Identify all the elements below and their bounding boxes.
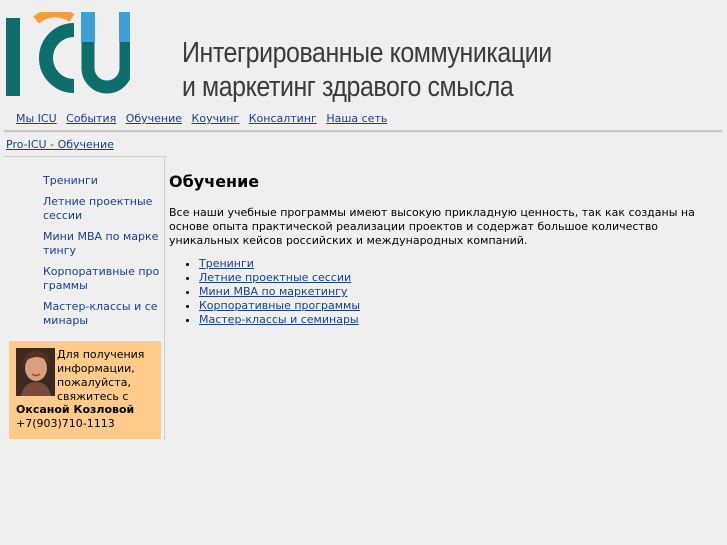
- breadcrumb[interactable]: Pro-ICU - Обучение: [6, 138, 114, 152]
- program-link-masterclasses[interactable]: Мастер-классы и семинары: [199, 313, 359, 326]
- contact-box: Для получения информации, пожалуйста, св…: [9, 341, 161, 439]
- contact-text: Для получения информации, пожалуйста, св…: [57, 348, 145, 403]
- contact-name: Оксаной Козловой: [16, 403, 135, 416]
- nav-divider: [4, 130, 722, 133]
- list-item: Мини MBA по маркетингу: [199, 285, 721, 299]
- program-link-corporate[interactable]: Корпоративные программы: [199, 299, 360, 312]
- nav-consulting[interactable]: Консалтинг: [249, 112, 317, 125]
- program-link-summer-sessions[interactable]: Летние проектные сессии: [199, 271, 351, 284]
- sidebar-item-corporate[interactable]: Корпоративные программы: [43, 265, 161, 293]
- list-item: Мастер-классы и семинары: [199, 313, 721, 327]
- nav-events[interactable]: События: [66, 112, 116, 125]
- icu-logo[interactable]: [6, 12, 130, 98]
- page-title: Обучение: [169, 172, 260, 191]
- intro-text: Все наши учебные программы имеют высокую…: [169, 206, 695, 247]
- contact-photo: [16, 348, 55, 396]
- sidebar: Тренинги Летние проектные сессии Мини MB…: [4, 157, 165, 440]
- list-item: Летние проектные сессии: [199, 271, 721, 285]
- nav-we-icu[interactable]: Мы ICU: [16, 112, 57, 125]
- sidebar-item-summer-sessions[interactable]: Летние проектные сессии: [43, 195, 161, 223]
- top-nav: Мы ICU События Обучение Коучинг Консалти…: [16, 112, 393, 126]
- tagline-line-1: Интегрированные коммуникации: [182, 37, 552, 69]
- list-item: Тренинги: [199, 257, 721, 271]
- sidebar-item-mini-mba[interactable]: Мини MBA по маркетингу: [43, 230, 161, 258]
- site-tagline: Интегрированные коммуникации и маркетинг…: [182, 36, 552, 104]
- nav-coaching[interactable]: Коучинг: [192, 112, 240, 125]
- nav-our-network[interactable]: Наша сеть: [326, 112, 387, 125]
- program-list: Тренинги Летние проектные сессии Мини MB…: [169, 257, 721, 327]
- program-link-mini-mba[interactable]: Мини MBA по маркетингу: [199, 285, 347, 298]
- program-link-trainings[interactable]: Тренинги: [199, 257, 254, 270]
- site-header: Интегрированные коммуникации и маркетинг…: [0, 0, 727, 106]
- sidebar-item-masterclasses[interactable]: Мастер-классы и семинары: [43, 300, 161, 328]
- contact-phone: +7(903)710-1113: [16, 417, 115, 430]
- tagline-line-2: и маркетинг здравого смысла: [182, 71, 514, 103]
- sidebar-menu: Тренинги Летние проектные сессии Мини MB…: [43, 174, 161, 335]
- list-item: Корпоративные программы: [199, 299, 721, 313]
- sidebar-item-trainings[interactable]: Тренинги: [43, 174, 161, 188]
- nav-education[interactable]: Обучение: [126, 112, 182, 125]
- main-content: Обучение Все наши учебные программы имею…: [169, 168, 721, 327]
